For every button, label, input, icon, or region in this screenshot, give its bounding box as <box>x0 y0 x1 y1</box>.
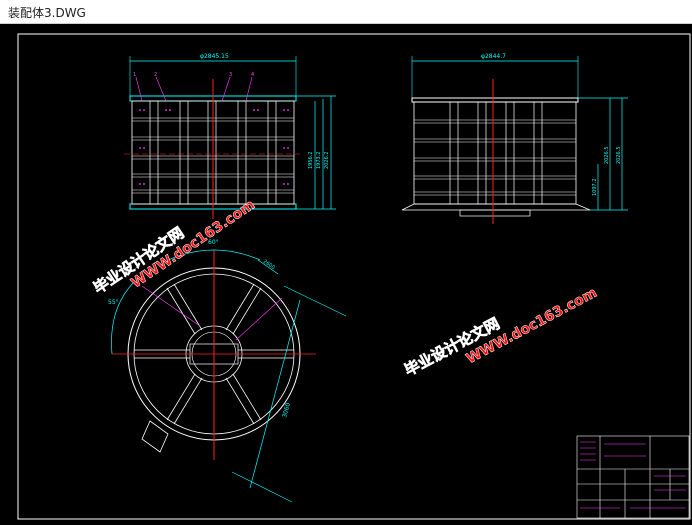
front-height-dim-2: 1973.2 <box>316 152 322 170</box>
title-block <box>576 435 690 519</box>
side-width-dim: φ2844.7 <box>481 53 506 60</box>
side-height-dim-3: 2026.5 <box>616 147 622 165</box>
balloon-3: 3 <box>229 72 232 78</box>
balloon-4: 4 <box>251 72 254 78</box>
front-width-dim: φ2845.15 <box>200 53 229 60</box>
top-small-dim: 2600 <box>262 259 276 271</box>
balloon-2: 2 <box>154 72 157 78</box>
top-diagonal-dim: 3060 <box>281 402 292 419</box>
front-view: φ2845.15 1956.2 1973.2 2026.2 1 2 3 4 <box>124 53 336 219</box>
side-view: φ2844.7 1097.2 2026.5 2026.5 <box>401 53 628 224</box>
balloon-1: 1 <box>133 72 136 78</box>
top-side-angle-dim: 55° <box>108 299 119 306</box>
front-height-dim-3: 2026.2 <box>324 152 330 170</box>
window-title: 装配体3.DWG <box>8 6 86 20</box>
window-titlebar: 装配体3.DWG <box>0 0 692 24</box>
cad-drawing[interactable]: φ2845.15 1956.2 1973.2 2026.2 1 2 3 4 φ2… <box>0 24 692 521</box>
watermark-2: 毕业设计论文网 WWW.doc163.com <box>401 285 600 380</box>
side-height-dim-2: 2026.5 <box>604 147 610 165</box>
front-height-dim-1: 1956.2 <box>308 152 314 170</box>
drawing-canvas[interactable]: φ2845.15 1956.2 1973.2 2026.2 1 2 3 4 φ2… <box>0 24 692 521</box>
side-height-dim-1: 1097.2 <box>592 179 598 197</box>
watermark-1: 毕业设计论文网 WWW.doc163.com <box>90 197 258 298</box>
